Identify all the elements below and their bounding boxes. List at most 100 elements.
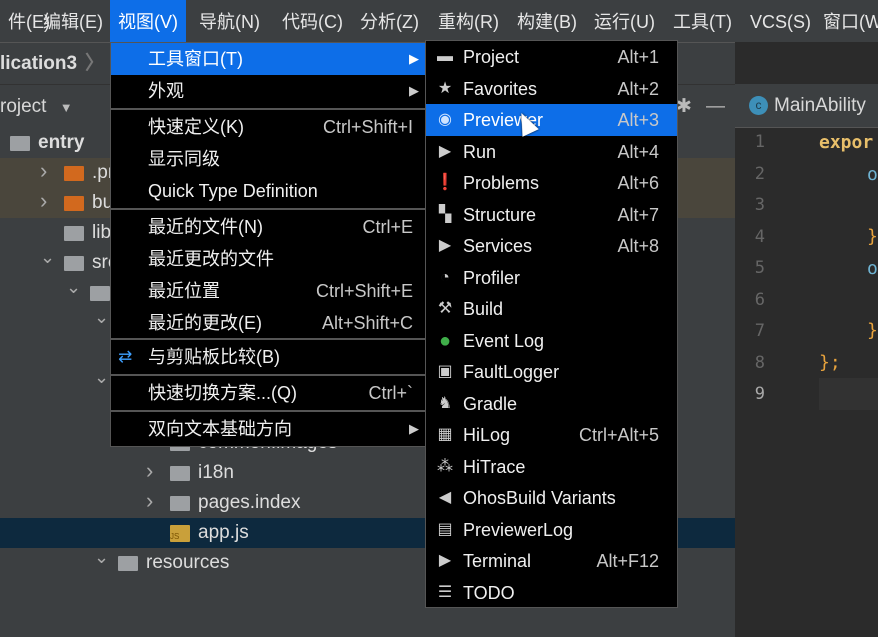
chevron-down-icon[interactable]: ⌄ xyxy=(94,362,109,392)
hilog-icon: ▦ xyxy=(437,426,453,443)
menu-item-shortcut: Alt+2 xyxy=(617,78,659,99)
menu-item-label: 最近的更改(E) xyxy=(148,313,262,333)
view-menu-item[interactable]: 最近的更改(E) Alt+Shift+C xyxy=(111,307,425,339)
menu-item-label: Favorites xyxy=(463,78,538,99)
menu-item-label: 外观 xyxy=(148,81,184,101)
line-number: 2 xyxy=(754,163,765,184)
tool-window-item[interactable]: ⚒ Build xyxy=(426,293,677,325)
view-menu-item[interactable]: 显示同级 xyxy=(111,143,425,175)
menu-item-shortcut: Alt+3 xyxy=(617,110,659,130)
chevron-down-icon[interactable]: ⌄ xyxy=(40,242,55,272)
code-line-1[interactable]: expor xyxy=(819,132,873,153)
menu-item-label: HiTrace xyxy=(463,456,526,477)
menubar-item[interactable]: VCS(S) xyxy=(742,0,819,42)
menu-item-shortcut: Ctrl+` xyxy=(368,383,414,403)
tool-window-item[interactable]: ⁂ HiTrace xyxy=(426,451,677,483)
view-menu-item[interactable]: 外观 ▶ xyxy=(111,75,425,107)
tool-window-item[interactable]: ◉ Previewer Alt+3 xyxy=(426,104,677,136)
tool-window-item[interactable]: ▶ Services Alt+8 xyxy=(426,230,677,262)
view-menu-item[interactable]: 快速切换方案...(Q) Ctrl+` xyxy=(111,377,425,409)
tool-window-item[interactable]: ❗ Problems Alt+6 xyxy=(426,167,677,199)
orange-folder-icon xyxy=(64,166,84,181)
tool-window-item[interactable]: ☰ TODO xyxy=(426,577,677,609)
folder-icon xyxy=(64,256,84,271)
tree-item-label: entry xyxy=(38,132,85,153)
menu-item-shortcut: Alt+7 xyxy=(617,204,659,225)
menubar-item[interactable]: 分析(Z) xyxy=(352,0,427,42)
menu-item-shortcut: Alt+6 xyxy=(617,173,659,193)
chevron-right-icon[interactable]: › xyxy=(146,486,153,516)
tool-window-item[interactable]: ▚ Structure Alt+7 xyxy=(426,199,677,231)
menubar-item[interactable]: 编辑(E) xyxy=(35,0,111,42)
chevron-down-icon[interactable]: ⌄ xyxy=(94,542,109,572)
tree-item-label: app.js xyxy=(198,522,249,543)
menubar-item[interactable]: 导航(N) xyxy=(191,0,268,42)
chevron-right-icon[interactable]: › xyxy=(146,456,153,486)
tool-window-item[interactable]: ▦ HiLog Ctrl+Alt+5 xyxy=(426,419,677,451)
breadcrumb-project[interactable]: lication3 xyxy=(0,53,77,74)
menu-item-shortcut: Ctrl+Alt+5 xyxy=(578,425,659,445)
code-line-7[interactable]: } xyxy=(867,320,878,341)
menu-item-label: 快速切换方案...(Q) xyxy=(148,383,297,403)
editor: c MainAbility 1 2 3 4 5 6 7 8 9 expor o } o } }; xyxy=(735,84,878,637)
code-line-8[interactable]: }; xyxy=(819,352,841,373)
tool-window-item[interactable]: ★ Favorites Alt+2 xyxy=(426,73,677,105)
view-menu-item[interactable]: 工具窗口(T) ▶ xyxy=(111,43,425,75)
tool-window-item[interactable]: ▣ FaultLogger xyxy=(426,356,677,388)
tree-item-label: resources xyxy=(146,552,230,573)
chevron-down-icon[interactable]: ▼ xyxy=(60,100,73,115)
project-view-selector[interactable]: roject xyxy=(0,96,46,117)
menu-item-label: TODO xyxy=(463,582,515,603)
chevron-right-icon[interactable]: › xyxy=(40,186,47,216)
tree-item-label: i18n xyxy=(198,462,234,483)
menubar-item[interactable]: 窗口(W xyxy=(815,0,878,42)
menubar-item[interactable]: 构建(B) xyxy=(509,0,585,42)
gear-icon[interactable]: ✱ xyxy=(676,85,692,129)
chevron-down-icon[interactable]: ⌄ xyxy=(94,302,109,332)
view-menu-item[interactable]: 最近的文件(N) Ctrl+E xyxy=(111,211,425,243)
view-menu-item[interactable]: Quick Type Definition xyxy=(111,175,425,207)
tool-window-item[interactable]: ▤ PreviewerLog xyxy=(426,514,677,546)
menu-item-label: 最近位置 xyxy=(148,281,220,301)
chevron-down-icon[interactable]: ⌄ xyxy=(66,272,81,302)
line-number: 7 xyxy=(754,321,765,341)
tool-window-item[interactable]: ● Event Log xyxy=(426,325,677,357)
resources-folder-icon xyxy=(118,556,138,571)
submenu-arrow-icon: ▶ xyxy=(409,421,419,436)
class-icon: c xyxy=(749,96,768,116)
services-icon: ▶ xyxy=(438,237,452,254)
editor-tab[interactable]: c MainAbility xyxy=(735,84,878,128)
menubar-item[interactable]: 运行(U) xyxy=(586,0,663,42)
view-menu-item[interactable]: 快速定义(K) Ctrl+Shift+I xyxy=(111,111,425,143)
menubar-item[interactable]: 重构(R) xyxy=(430,0,507,42)
view-menu-item[interactable]: 最近位置 Ctrl+Shift+E xyxy=(111,275,425,307)
minimize-icon[interactable]: — xyxy=(706,85,725,129)
code-line-2[interactable]: o xyxy=(867,164,878,185)
menu-item-shortcut: Alt+1 xyxy=(617,47,659,67)
line-number: 8 xyxy=(754,352,765,373)
eye-icon: ◉ xyxy=(438,111,452,128)
variants-icon: ◀ xyxy=(438,489,452,506)
view-menu-item[interactable]: 最近更改的文件 xyxy=(111,243,425,275)
menu-item-label: 快速定义(K) xyxy=(148,117,244,137)
tool-window-item[interactable]: ▶ Run Alt+4 xyxy=(426,136,677,168)
code-line-4[interactable]: } xyxy=(867,226,878,247)
tool-window-item[interactable]: ▬ Project Alt+1 xyxy=(426,41,677,73)
tool-window-item[interactable]: ♞ Gradle xyxy=(426,388,677,420)
tool-windows-submenu: ▬ Project Alt+1 ★ Favorites Alt+2 ◉ Previewer Al… xyxy=(425,40,678,608)
tool-window-item[interactable]: ◔ Profiler xyxy=(426,262,677,294)
faultlogger-icon: ▣ xyxy=(437,363,453,380)
current-line-highlight xyxy=(819,378,878,410)
tool-window-item[interactable]: ◀ OhosBuild Variants xyxy=(426,482,677,514)
code-line-5[interactable]: o xyxy=(867,258,878,279)
menu-item-shortcut: Alt+8 xyxy=(617,236,659,256)
menubar-item[interactable]: 工具(T) xyxy=(665,0,740,42)
view-menu-item[interactable]: 双向文本基础方向 ▶ xyxy=(111,413,425,445)
menubar-item[interactable]: 代码(C) xyxy=(274,0,351,42)
menu-item-label: 双向文本基础方向 xyxy=(148,419,292,439)
menubar-item[interactable]: 视图(V) xyxy=(110,0,186,42)
menu-item-shortcut: Alt+4 xyxy=(617,141,659,162)
view-menu-item[interactable]: ⇄ 与剪贴板比较(B) xyxy=(111,341,425,373)
chevron-right-icon[interactable]: › xyxy=(40,156,47,186)
tool-window-item[interactable]: ▶ Terminal Alt+F12 xyxy=(426,545,677,577)
